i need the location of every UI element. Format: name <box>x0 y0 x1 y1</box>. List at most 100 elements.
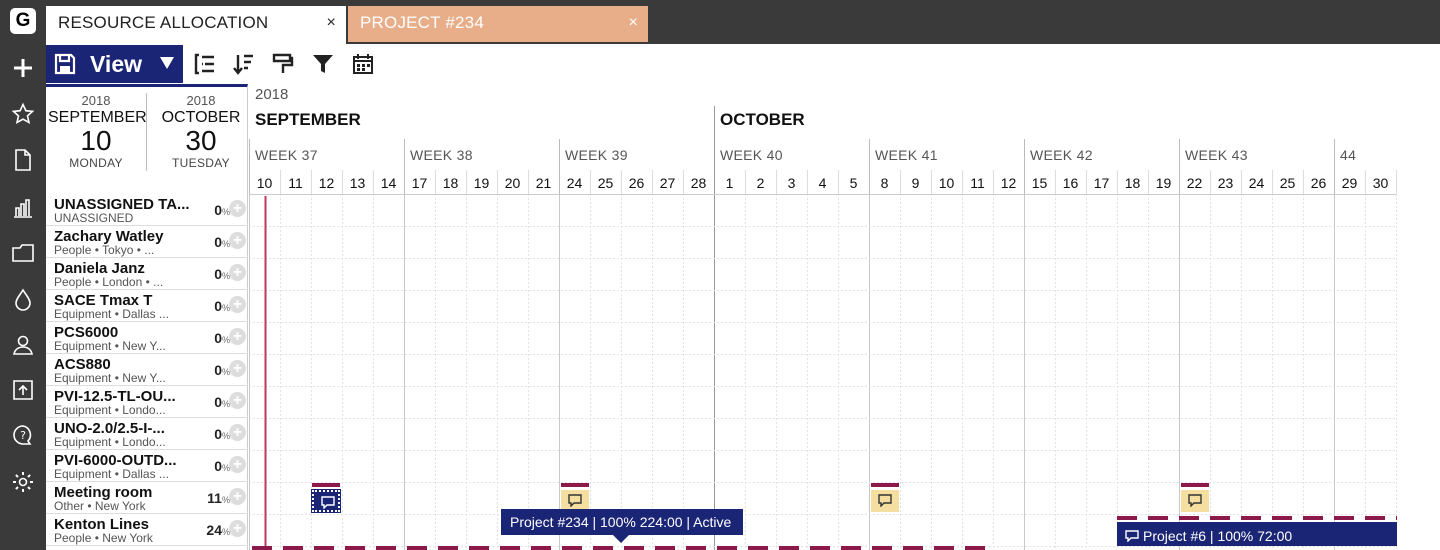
resource-row[interactable]: PCS6000 Equipment • New Y... 0% + <box>46 322 248 354</box>
day-label[interactable]: 25 <box>1272 175 1303 191</box>
tab-resource-allocation[interactable]: RESOURCE ALLOCATION × <box>46 6 346 44</box>
resource-name[interactable]: SACE Tmax T <box>54 292 194 309</box>
day-label[interactable]: 14 <box>373 175 404 191</box>
user-icon[interactable] <box>11 333 35 357</box>
star-icon[interactable] <box>11 102 35 126</box>
day-label[interactable]: 25 <box>590 175 621 191</box>
day-label[interactable]: 8 <box>869 175 900 191</box>
resource-row[interactable]: Kenton Lines People • New York 24% + <box>46 514 248 546</box>
day-label[interactable]: 23 <box>1210 175 1241 191</box>
day-label[interactable]: 12 <box>311 175 342 191</box>
day-label[interactable]: 24 <box>1241 175 1272 191</box>
calendar-icon[interactable] <box>352 53 374 75</box>
day-label[interactable]: 22 <box>1179 175 1210 191</box>
app-logo[interactable]: G <box>10 8 36 34</box>
gear-icon[interactable] <box>11 470 35 494</box>
resource-name[interactable]: UNASSIGNED TA... <box>54 196 194 213</box>
day-label[interactable]: 11 <box>280 175 311 191</box>
help-icon[interactable]: ? <box>11 424 35 448</box>
resource-row[interactable]: Zachary Watley People • Tokyo • ... 0% + <box>46 226 248 258</box>
day-label[interactable]: 17 <box>404 175 435 191</box>
tab-project-234[interactable]: PROJECT #234 × <box>348 6 648 42</box>
resource-name[interactable]: Meeting room <box>54 484 194 501</box>
day-label[interactable]: 26 <box>1303 175 1334 191</box>
day-label[interactable]: 1 <box>714 175 745 191</box>
add-icon[interactable]: + <box>229 424 246 441</box>
resource-name[interactable]: Zachary Watley <box>54 228 194 245</box>
day-label[interactable]: 28 <box>683 175 714 191</box>
start-date[interactable]: 2018 SEPTEMBER 10 MONDAY <box>48 93 147 171</box>
add-icon[interactable]: + <box>229 328 246 345</box>
resource-row[interactable]: PVI-6000-OUTD... Equipment • Dallas ... 0%… <box>46 450 248 482</box>
resource-row[interactable]: ACS880 Equipment • New Y... 0% + <box>46 354 248 386</box>
add-icon[interactable]: + <box>229 360 246 377</box>
day-label[interactable]: 10 <box>249 175 280 191</box>
event-meeting[interactable] <box>311 489 341 513</box>
day-label[interactable]: 4 <box>807 175 838 191</box>
resource-name[interactable]: Daniela Janz <box>54 260 194 277</box>
day-label[interactable]: 3 <box>776 175 807 191</box>
day-label[interactable]: 11 <box>962 175 993 191</box>
day-label[interactable]: 21 <box>528 175 559 191</box>
folder-icon[interactable] <box>11 241 35 265</box>
document-icon[interactable] <box>11 148 35 172</box>
day-label[interactable]: 27 <box>652 175 683 191</box>
add-icon[interactable]: + <box>229 488 246 505</box>
resource-row[interactable]: UNASSIGNED TA... UNASSIGNED 0% + <box>46 194 248 226</box>
day-label[interactable]: 29 <box>1334 175 1365 191</box>
day-label[interactable]: 18 <box>435 175 466 191</box>
day-label[interactable]: 20 <box>497 175 528 191</box>
resource-name[interactable]: PCS6000 <box>54 324 194 341</box>
indent-icon[interactable] <box>194 53 216 75</box>
day-label[interactable]: 26 <box>621 175 652 191</box>
paint-roller-icon[interactable] <box>272 53 294 75</box>
filter-icon[interactable] <box>312 53 334 75</box>
day-label[interactable]: 19 <box>1148 175 1179 191</box>
resource-name[interactable]: Kenton Lines <box>54 516 194 533</box>
resource-row[interactable]: Meeting room Other • New York 11% + <box>46 482 248 514</box>
resource-row[interactable]: UNO-2.0/2.5-I-... Equipment • Londo... 0% + <box>46 418 248 450</box>
add-icon[interactable]: + <box>229 200 246 217</box>
day-label[interactable]: 12 <box>993 175 1024 191</box>
close-icon[interactable]: × <box>628 6 638 40</box>
event-meeting[interactable] <box>871 490 899 512</box>
day-label[interactable]: 30 <box>1365 175 1396 191</box>
day-label[interactable]: 19 <box>466 175 497 191</box>
event-meeting[interactable] <box>1181 490 1209 512</box>
add-icon[interactable]: + <box>229 392 246 409</box>
date-range-picker[interactable]: 2018 SEPTEMBER 10 MONDAY 2018 OCTOBER 30… <box>46 84 248 194</box>
add-icon[interactable]: + <box>229 264 246 281</box>
add-icon[interactable] <box>11 56 35 80</box>
add-icon[interactable]: + <box>229 456 246 473</box>
export-icon[interactable] <box>11 378 35 402</box>
resource-name[interactable]: ACS880 <box>54 356 194 373</box>
save-icon[interactable] <box>54 53 76 75</box>
view-button[interactable]: View <box>46 45 183 83</box>
day-label[interactable]: 10 <box>931 175 962 191</box>
day-label[interactable]: 16 <box>1055 175 1086 191</box>
chevron-down-icon[interactable] <box>160 57 174 69</box>
day-label[interactable]: 17 <box>1086 175 1117 191</box>
drop-icon[interactable] <box>11 288 35 312</box>
day-label[interactable]: 2 <box>745 175 776 191</box>
resource-row[interactable]: PVI-12.5-TL-OU... Equipment • Londo... 0% + <box>46 386 248 418</box>
day-label[interactable]: 15 <box>1024 175 1055 191</box>
resource-name[interactable]: UNO-2.0/2.5-I-... <box>54 420 194 437</box>
add-icon[interactable]: + <box>229 296 246 313</box>
sort-icon[interactable] <box>232 53 254 75</box>
end-date[interactable]: 2018 OCTOBER 30 TUESDAY <box>150 93 246 171</box>
day-label[interactable]: 24 <box>559 175 590 191</box>
resource-row[interactable]: Daniela Janz People • London • ... 0% + <box>46 258 248 290</box>
project-6-allocation-bar[interactable]: Project #6 | 100% 72:00 <box>1117 522 1397 546</box>
resource-name[interactable]: PVI-6000-OUTD... <box>54 452 194 469</box>
resource-name[interactable]: PVI-12.5-TL-OU... <box>54 388 194 405</box>
resource-row[interactable]: SACE Tmax T Equipment • Dallas ... 0% + <box>46 290 248 322</box>
add-icon[interactable]: + <box>229 232 246 249</box>
add-icon[interactable]: + <box>229 520 246 537</box>
day-label[interactable]: 18 <box>1117 175 1148 191</box>
day-label[interactable]: 5 <box>838 175 869 191</box>
chart-icon[interactable] <box>11 196 35 220</box>
close-icon[interactable]: × <box>326 6 336 40</box>
day-label[interactable]: 13 <box>342 175 373 191</box>
day-label[interactable]: 9 <box>900 175 931 191</box>
